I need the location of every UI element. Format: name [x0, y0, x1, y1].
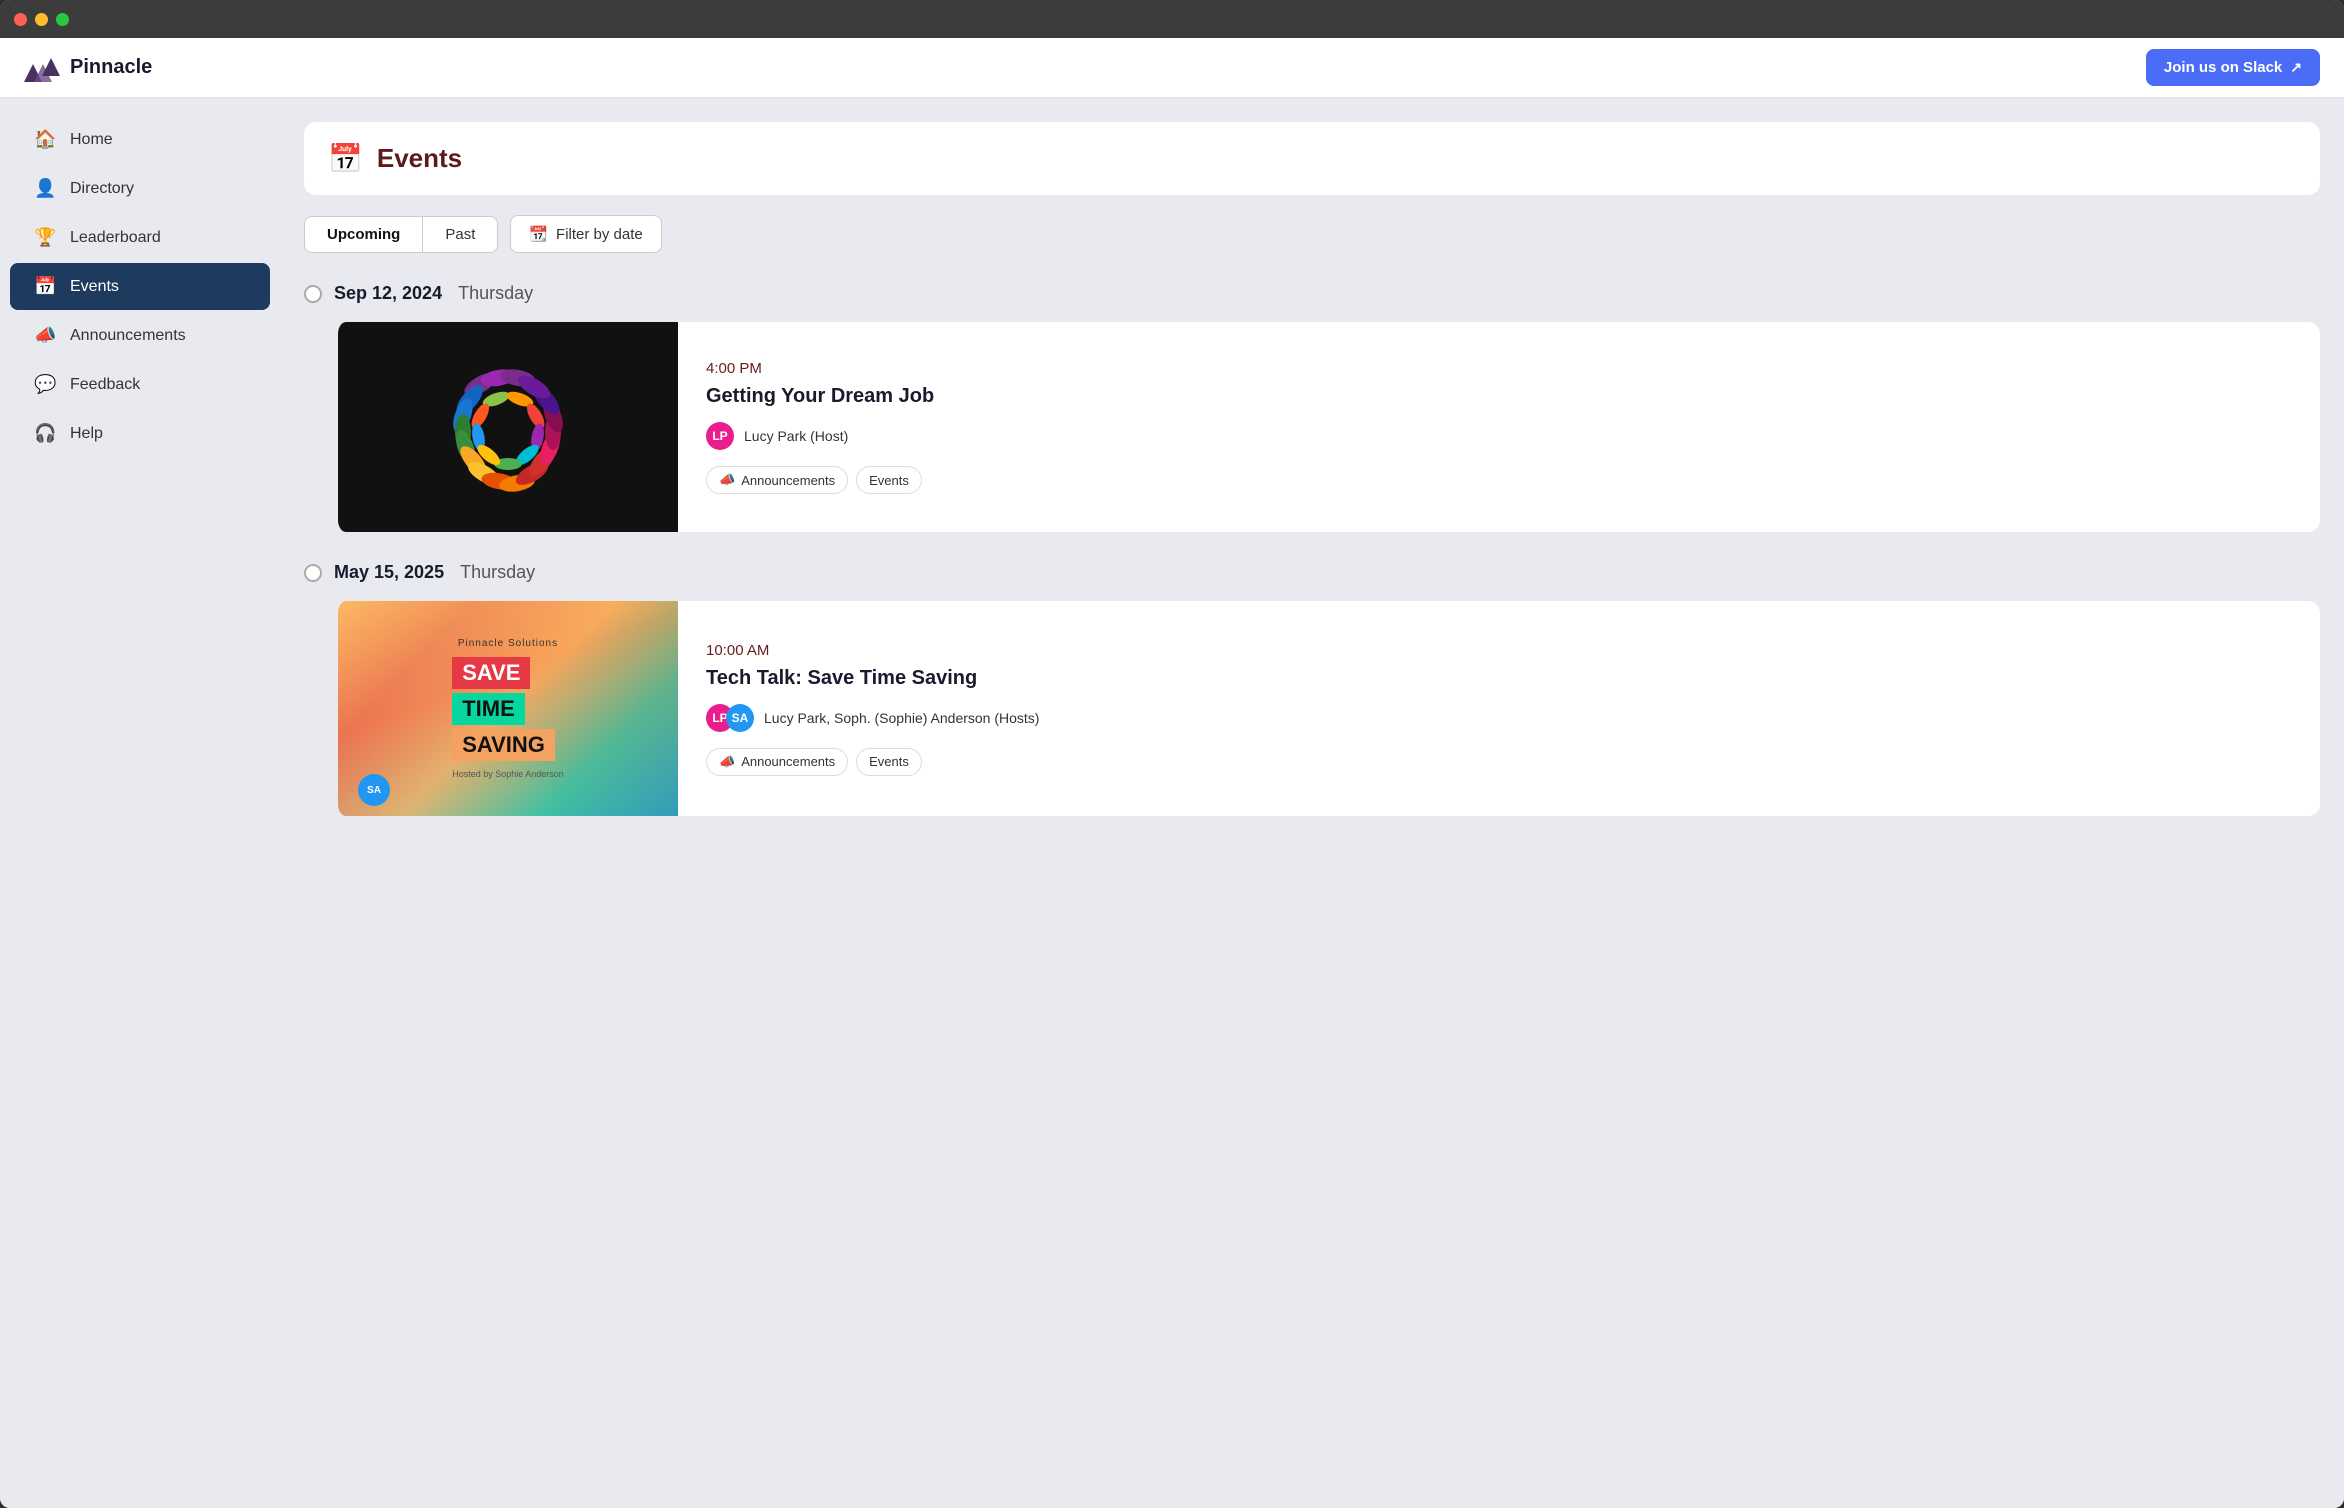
sidebar-item-leaderboard[interactable]: 🏆 Leaderboard: [10, 214, 270, 261]
date-header-2: May 15, 2025 Thursday: [304, 552, 2320, 593]
date-radio-2[interactable]: [304, 564, 322, 582]
minimize-button[interactable]: [35, 13, 48, 26]
event-host-1: LP Lucy Park (Host): [706, 422, 2292, 450]
date-day-2: Thursday: [460, 562, 535, 583]
sidebar-item-events[interactable]: 📅 Events: [10, 263, 270, 310]
host-avatars-1: LP: [706, 422, 734, 450]
logo-svg: [24, 54, 62, 82]
events-page-icon: 📅: [328, 142, 363, 175]
date-header-1: Sep 12, 2024 Thursday: [304, 273, 2320, 314]
tag-icon-2: 📣: [719, 754, 735, 770]
sidebar-label-help: Help: [70, 425, 103, 443]
date-day-1: Thursday: [458, 283, 533, 304]
titlebar: [0, 0, 2344, 38]
event-host-2: LP SA Lucy Park, Soph. (Sophie) Anderson…: [706, 704, 2292, 732]
events-icon: 📅: [34, 276, 56, 297]
event-image-1: [338, 322, 678, 532]
external-link-icon: ↗: [2290, 59, 2302, 76]
page-title: Events: [377, 143, 462, 174]
save-line-2: TIME: [452, 693, 564, 725]
date-label-1: Sep 12, 2024: [334, 283, 442, 304]
close-button[interactable]: [14, 13, 27, 26]
leaderboard-icon: 🏆: [34, 227, 56, 248]
sidebar-item-home[interactable]: 🏠 Home: [10, 116, 270, 163]
sidebar-item-help[interactable]: 🎧 Help: [10, 410, 270, 457]
slack-button-label: Join us on Slack: [2164, 59, 2282, 76]
event-title-1: Getting Your Dream Job: [706, 385, 2292, 408]
tag-label-announcements-1: Announcements: [741, 473, 835, 488]
calendar-filter-icon: 📆: [529, 225, 548, 243]
logo: Pinnacle: [24, 54, 152, 82]
host-avatars-2: LP SA: [706, 704, 754, 732]
host-name-2: Lucy Park, Soph. (Sophie) Anderson (Host…: [764, 710, 1039, 726]
event-card-2[interactable]: Pinnacle Solutions SAVE TIME SAVING: [334, 601, 2320, 816]
save-line-1: SAVE: [452, 657, 564, 689]
host-avatar-sa: SA: [726, 704, 754, 732]
logo-text: Pinnacle: [70, 56, 152, 79]
event-title-2: Tech Talk: Save Time Saving: [706, 667, 2292, 690]
sidebar-label-home: Home: [70, 131, 113, 149]
help-icon: 🎧: [34, 423, 56, 444]
event-tag-announcements-2[interactable]: 📣 Announcements: [706, 748, 848, 776]
event-image-2: Pinnacle Solutions SAVE TIME SAVING: [338, 601, 678, 816]
tag-icon-1: 📣: [719, 472, 735, 488]
bottom-avatar-area: SA: [358, 774, 390, 806]
filter-date-label: Filter by date: [556, 226, 643, 243]
tag-label-events-1: Events: [869, 473, 909, 488]
save-badge-red: SAVE: [452, 657, 530, 689]
heart-art-svg: [368, 327, 648, 527]
sidebar-label-leaderboard: Leaderboard: [70, 229, 161, 247]
sidebar: 🏠 Home 👤 Directory 🏆 Leaderboard 📅 Event…: [0, 98, 280, 1508]
host-name-1: Lucy Park (Host): [744, 428, 848, 444]
event-tags-1: 📣 Announcements Events: [706, 466, 2292, 494]
filter-date-button[interactable]: 📆 Filter by date: [510, 215, 661, 253]
event-tag-events-1[interactable]: Events: [856, 466, 922, 494]
home-icon: 🏠: [34, 129, 56, 150]
save-badge-teal: TIME: [452, 693, 525, 725]
directory-icon: 👤: [34, 178, 56, 199]
event-tag-events-2[interactable]: Events: [856, 748, 922, 776]
event-details-2: 10:00 AM Tech Talk: Save Time Saving LP …: [678, 601, 2320, 816]
events-header-card: 📅 Events: [304, 122, 2320, 195]
tag-label-announcements-2: Announcements: [741, 754, 835, 769]
maximize-button[interactable]: [56, 13, 69, 26]
event-card-1[interactable]: 4:00 PM Getting Your Dream Job LP Lucy P…: [334, 322, 2320, 532]
join-slack-button[interactable]: Join us on Slack ↗: [2146, 49, 2320, 86]
feedback-icon: 💬: [34, 374, 56, 395]
company-label: Pinnacle Solutions: [452, 638, 564, 649]
event-tag-announcements-1[interactable]: 📣 Announcements: [706, 466, 848, 494]
sidebar-item-directory[interactable]: 👤 Directory: [10, 165, 270, 212]
save-line-3: SAVING: [452, 729, 564, 761]
tab-upcoming[interactable]: Upcoming: [305, 217, 423, 252]
event-details-1: 4:00 PM Getting Your Dream Job LP Lucy P…: [678, 322, 2320, 532]
tag-label-events-2: Events: [869, 754, 909, 769]
hosted-by-label: Hosted by Sophie Anderson: [452, 769, 564, 779]
sidebar-item-announcements[interactable]: 📣 Announcements: [10, 312, 270, 359]
sidebar-label-announcements: Announcements: [70, 327, 186, 345]
announcements-icon: 📣: [34, 325, 56, 346]
filter-bar: Upcoming Past 📆 Filter by date: [304, 215, 2320, 253]
main-content: 📅 Events Upcoming Past 📆 Filter by date: [280, 98, 2344, 1508]
save-badge-orange: SAVING: [452, 729, 555, 761]
sidebar-label-feedback: Feedback: [70, 376, 140, 394]
host-avatar-lp: LP: [706, 422, 734, 450]
save-time-text: Pinnacle Solutions SAVE TIME SAVING: [452, 638, 564, 779]
date-label-2: May 15, 2025: [334, 562, 444, 583]
bottom-avatar: SA: [358, 774, 390, 806]
event-time-1: 4:00 PM: [706, 360, 2292, 377]
date-radio-1[interactable]: [304, 285, 322, 303]
sidebar-item-feedback[interactable]: 💬 Feedback: [10, 361, 270, 408]
event-tags-2: 📣 Announcements Events: [706, 748, 2292, 776]
date-section-2: May 15, 2025 Thursday Pinnacle Solutions…: [304, 552, 2320, 816]
event-time-2: 10:00 AM: [706, 642, 2292, 659]
app-header: Pinnacle Join us on Slack ↗: [0, 38, 2344, 98]
sidebar-label-events: Events: [70, 278, 119, 296]
tab-group: Upcoming Past: [304, 216, 498, 253]
tab-past[interactable]: Past: [423, 217, 497, 252]
date-section-1: Sep 12, 2024 Thursday: [304, 273, 2320, 532]
sidebar-label-directory: Directory: [70, 180, 134, 198]
logo-icon: [24, 54, 62, 82]
